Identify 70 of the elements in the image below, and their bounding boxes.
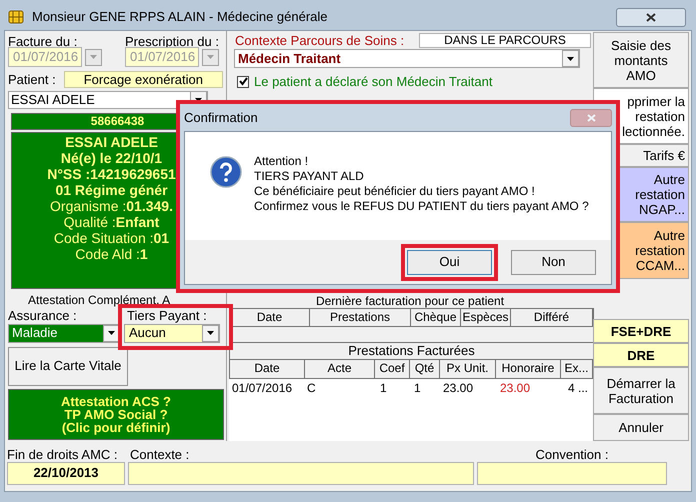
table-cell-text: 4 ... [567, 380, 590, 396]
close-icon [586, 114, 596, 122]
patient-info-line: Code Situation :01 [54, 230, 170, 246]
checkbox-label: Le patient a déclaré son Médecin Traitant [254, 73, 492, 91]
acs-panel[interactable]: Attestation ACS ? TP AMO Social ? (Clic pour définir) [8, 388, 224, 440]
field-label: Patient : [8, 71, 56, 89]
field-label: Fin de droits AMC : [7, 446, 119, 462]
pathway-combo[interactable]: Médecin Traitant [234, 49, 580, 68]
dialog-message: Confirmez vous le REFUS DU PATIENT du tiers payant AMO ? [254, 199, 589, 214]
acs-text: TP AMO Social ? [64, 408, 168, 420]
side-button[interactable]: Démarrer la Facturation [593, 367, 689, 414]
field-label: Facture du : [8, 33, 78, 47]
field-label: Tiers Payant : [127, 306, 208, 320]
read-card-button[interactable]: Lire la Carte Vitale [8, 346, 128, 386]
question-icon [210, 156, 242, 188]
context-field[interactable] [128, 462, 474, 485]
field-label: Assurance : [8, 306, 78, 320]
pathway-label: Contexte Parcours de Soins : [235, 32, 406, 50]
dialog-button[interactable]: Non [511, 250, 596, 274]
window-title: Monsieur GENE RPPS ALAIN - Médecine générale [32, 8, 328, 26]
insurance-combo[interactable]: Maladie [8, 324, 121, 342]
dialog-message: Ce bénéficiaire peut bénéficier du tiers payant AMO ! [254, 184, 536, 199]
acs-text: Attestation ACS ? [60, 394, 172, 408]
rights-end-field[interactable]: 22/10/2013 [7, 462, 125, 485]
table-cell-text: 01/07/2016 [231, 380, 294, 396]
table-title: Dernière facturation pour ce patient [314, 294, 506, 308]
column-header[interactable]: Qté [410, 360, 440, 378]
patient-info-line: 01 Régime génér [55, 182, 168, 198]
side-button[interactable]: DRE [593, 343, 689, 367]
patient-info-line: Né(e) le 22/10/1 [60, 150, 162, 166]
checkbox[interactable] [237, 76, 249, 88]
close-icon [646, 12, 656, 22]
chip-card-icon [8, 10, 24, 24]
side-button[interactable]: Saisie des montants AMO [593, 32, 689, 88]
column-header[interactable]: Chèque [411, 309, 461, 326]
patient-info-line: N°SS :14219629651 [47, 166, 176, 182]
column-header[interactable]: Px Unit. [440, 360, 496, 378]
exemption-button[interactable]: Forcage exonération [64, 71, 223, 88]
convention-field[interactable] [477, 462, 667, 485]
side-button[interactable]: FSE+DRE [593, 319, 689, 343]
patient-info-line: Organisme :01.349. [50, 198, 173, 214]
table-cell-text: C [306, 380, 317, 396]
column-header[interactable]: Prestations [310, 309, 411, 326]
patient-info-line: Code Ald :1 [75, 246, 148, 262]
acs-text: (Clic pour définir) [62, 420, 170, 434]
table-cell-text: 23.00 [442, 380, 474, 396]
pathway-status: DANS LE PARCOURS [419, 33, 591, 48]
dialog-button[interactable]: Oui [407, 250, 492, 274]
column-header[interactable]: Date [230, 360, 305, 378]
field-label: Convention : [534, 446, 610, 462]
tiers-payant-combo[interactable]: Aucun [124, 324, 220, 342]
dialog-message: TIERS PAYANT ALD [254, 169, 365, 184]
section-label: Attestation Complément. A [28, 292, 172, 304]
column-header[interactable]: Acte [305, 360, 375, 378]
field-label: Contexte : [130, 446, 190, 462]
table-cell-text: 1 [379, 380, 388, 396]
column-header[interactable]: Honoraire [496, 360, 561, 378]
side-button[interactable]: Annuler [593, 414, 689, 441]
patient-info-line: Qualité :Enfant [64, 214, 160, 230]
table-cell-text: 1 [413, 380, 422, 396]
table-title: Prestations Facturées [229, 342, 594, 360]
table-cell-text: 23.00 [499, 380, 532, 396]
field-label: Prescription du : [125, 33, 219, 47]
patient-combo[interactable]: ESSAI ADELE [8, 90, 208, 108]
dialog-message: Attention ! [254, 154, 310, 169]
patient-info-line: ESSAI ADELE [65, 134, 158, 150]
column-header[interactable]: Coef [375, 360, 410, 378]
column-header[interactable]: Espèces [461, 309, 511, 326]
column-header[interactable]: Date [230, 309, 310, 326]
close-button[interactable] [616, 8, 686, 26]
